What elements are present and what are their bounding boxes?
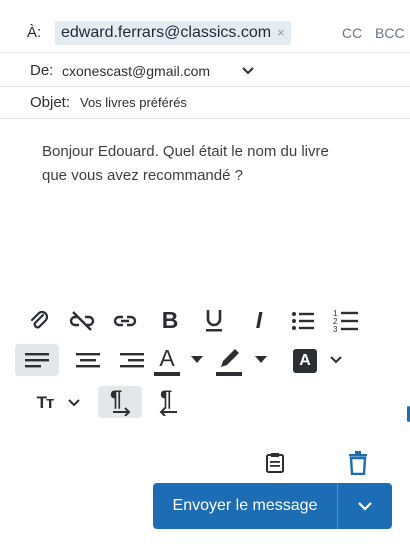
send-options-chevron-down-icon[interactable] xyxy=(338,483,392,529)
svg-text:¶: ¶ xyxy=(110,388,122,411)
ltr-icon[interactable]: ¶ xyxy=(98,386,142,418)
font-size-icon[interactable]: Tт xyxy=(30,390,60,416)
text-color-swatch xyxy=(154,372,180,376)
attachment-icon[interactable] xyxy=(26,308,52,334)
unlink-icon[interactable] xyxy=(67,308,97,334)
send-button-group: Envoyer le message xyxy=(153,483,392,529)
text-color-dropdown-icon[interactable] xyxy=(190,354,204,366)
numbered-list-icon[interactable]: 123 xyxy=(331,307,361,335)
message-body[interactable]: Bonjour Edouard. Quel était le nom du li… xyxy=(42,140,342,188)
from-address[interactable]: cxonescast@gmail.com xyxy=(62,63,210,79)
align-right-icon[interactable] xyxy=(116,344,148,376)
from-row: De: cxonescast@gmail.com xyxy=(0,53,410,87)
subject-input[interactable]: Vos livres préférés xyxy=(80,95,187,110)
bcc-button[interactable]: BCC xyxy=(375,25,405,41)
to-row: À: edward.ferrars@classics.com × CC BCC xyxy=(0,0,410,53)
templates-icon[interactable] xyxy=(263,451,287,475)
cc-button[interactable]: CC xyxy=(342,25,362,41)
subject-row: Objet: Vos livres préférés xyxy=(0,87,410,119)
text-background-chevron-down-icon[interactable] xyxy=(327,353,345,367)
text-color-glyph: A xyxy=(159,345,175,371)
align-center-icon[interactable] xyxy=(72,344,104,376)
send-button[interactable]: Envoyer le message xyxy=(153,483,337,529)
bold-icon[interactable]: B xyxy=(158,306,182,334)
delete-icon[interactable] xyxy=(347,450,369,476)
rtl-icon[interactable]: ¶ xyxy=(153,386,183,418)
bullet-list-icon[interactable] xyxy=(289,308,317,334)
svg-text:¶: ¶ xyxy=(160,388,172,411)
svg-text:3: 3 xyxy=(333,325,338,334)
link-icon[interactable] xyxy=(111,308,139,334)
font-size-chevron-down-icon[interactable] xyxy=(65,396,83,410)
highlight-dropdown-icon[interactable] xyxy=(254,354,268,366)
remove-recipient-icon[interactable]: × xyxy=(277,25,285,40)
from-chevron-down-icon[interactable] xyxy=(240,64,256,78)
text-color-icon[interactable]: A xyxy=(152,344,182,378)
to-label: À: xyxy=(27,24,42,41)
highlight-icon[interactable] xyxy=(212,344,246,378)
text-background-icon[interactable]: A xyxy=(293,349,317,373)
underline-icon[interactable] xyxy=(202,306,226,334)
italic-icon[interactable]: I xyxy=(247,306,271,334)
recipient-email: edward.ferrars@classics.com xyxy=(61,24,272,41)
subject-label: Objet: xyxy=(30,94,71,111)
align-left-icon[interactable] xyxy=(15,344,59,376)
from-label: De: xyxy=(30,62,54,79)
recipient-chip[interactable]: edward.ferrars@classics.com × xyxy=(55,21,291,45)
